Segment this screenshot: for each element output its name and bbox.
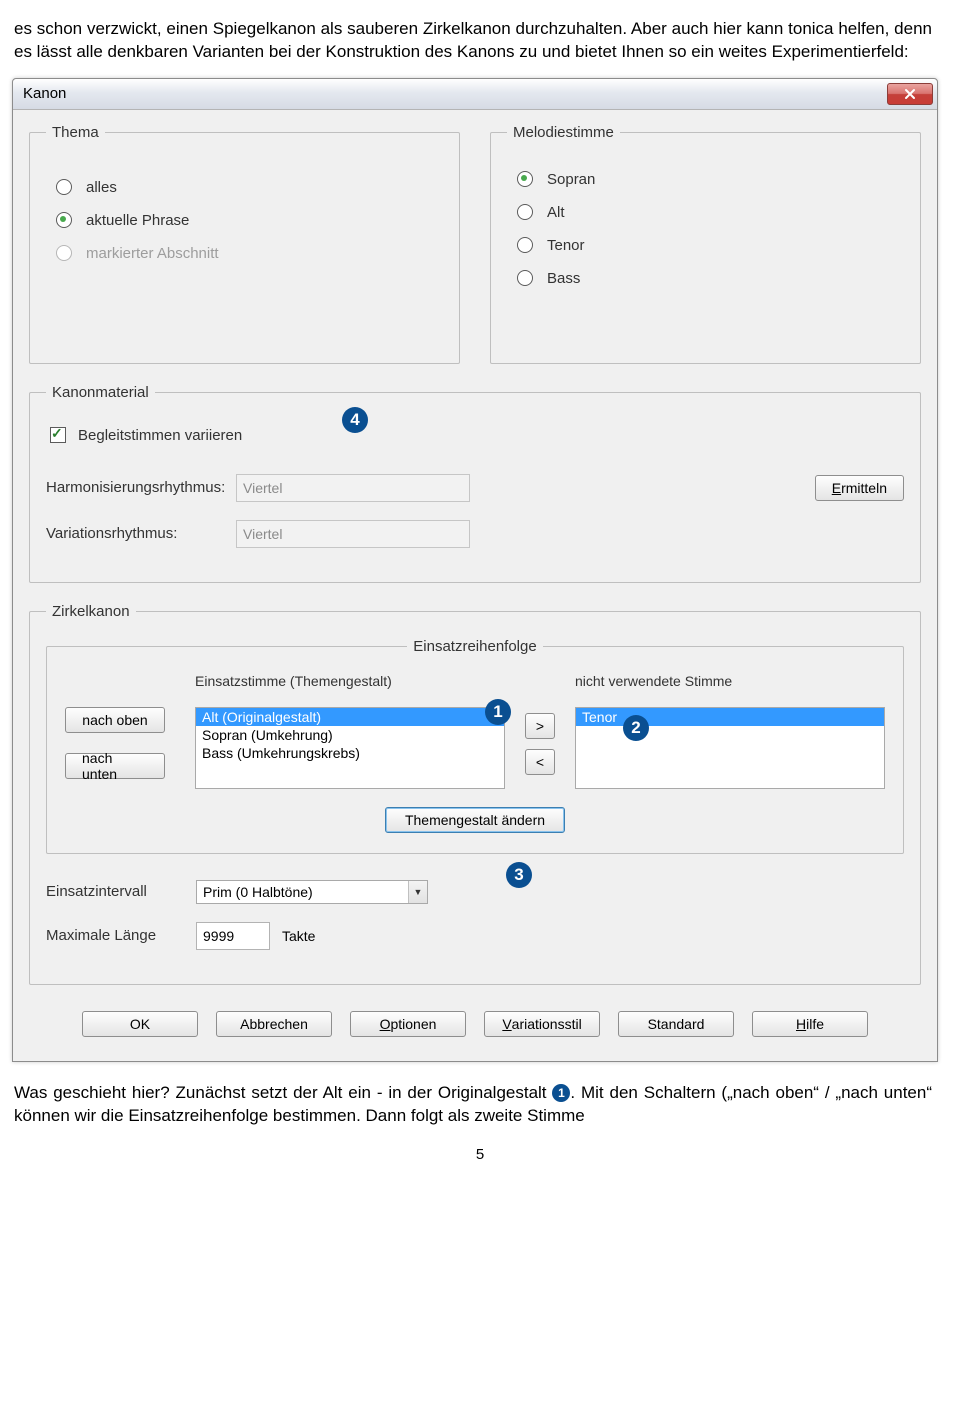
var-rhythmus-label: Variationsrhythmus: [46, 525, 236, 542]
outro-paragraph: Was geschieht hier? Zunächst setzt der A… [0, 1062, 960, 1136]
melodie-sopran-label: Sopran [547, 171, 595, 188]
checkbox-icon [50, 427, 66, 443]
einsatz-legend: Einsatzreihenfolge [407, 638, 542, 655]
chevron-down-icon[interactable]: ▼ [408, 881, 427, 903]
move-left-button[interactable]: < [525, 749, 555, 775]
melodiestimme-group: Melodiestimme Sopran Alt Tenor Bass [490, 124, 921, 364]
kanon-dialog: Kanon Thema alles aktuelle Phrase marki [12, 78, 938, 1062]
themengestalt-aendern-button[interactable]: Themengestalt ändern [385, 807, 565, 833]
melodie-alt[interactable]: Alt [517, 204, 904, 221]
thema-legend: Thema [46, 124, 105, 141]
radio-icon [517, 204, 533, 220]
radio-icon [517, 171, 533, 187]
radio-icon [56, 212, 72, 228]
combo-value: Prim (0 Halbtöne) [197, 881, 408, 903]
list-item[interactable]: Tenor [576, 708, 884, 726]
ok-button[interactable]: OK [82, 1011, 198, 1037]
maxlen-label: Maximale Länge [46, 927, 196, 944]
kanonmaterial-group: Kanonmaterial Begleitstimmen variieren 4… [29, 384, 921, 583]
col-nicht-verwendet: nicht verwendete Stimme [575, 673, 885, 689]
thema-markiert-label: markierter Abschnitt [86, 245, 219, 262]
nach-oben-button[interactable]: nach oben [65, 707, 165, 733]
maxlen-unit: Takte [282, 928, 315, 944]
marker-2: 2 [623, 715, 649, 741]
thema-aktuelle-phrase[interactable]: aktuelle Phrase [56, 212, 443, 229]
harm-rhythmus-label: Harmonisierungsrhythmus: [46, 479, 236, 496]
inline-marker-1: 1 [552, 1084, 570, 1102]
kanonmaterial-legend: Kanonmaterial [46, 384, 155, 401]
radio-icon [517, 270, 533, 286]
marker-4: 4 [342, 407, 368, 433]
nach-unten-button[interactable]: nach unten [65, 753, 165, 779]
radio-icon [517, 237, 533, 253]
begleit-label: Begleitstimmen variieren [78, 427, 242, 444]
optionen-button[interactable]: Optionen [350, 1011, 466, 1037]
einsatzstimme-listbox[interactable]: Alt (Originalgestalt) Sopran (Umkehrung)… [195, 707, 505, 789]
move-right-button[interactable]: > [525, 713, 555, 739]
var-rhythmus-input [236, 520, 470, 548]
hilfe-button[interactable]: Hilfe [752, 1011, 868, 1037]
radio-icon [56, 179, 72, 195]
zirkelkanon-group: Zirkelkanon Einsatzreihenfolge Einsatzst… [29, 603, 921, 985]
list-item[interactable]: Alt (Originalgestalt) [196, 708, 504, 726]
col-einsatzstimme: Einsatzstimme (Themengestalt) [195, 673, 505, 689]
close-icon[interactable] [887, 83, 933, 105]
thema-markiert: markierter Abschnitt [56, 245, 443, 262]
titlebar: Kanon [13, 79, 937, 110]
melodiestimme-legend: Melodiestimme [507, 124, 620, 141]
harm-rhythmus-input [236, 474, 470, 502]
list-item[interactable]: Sopran (Umkehrung) [196, 726, 504, 744]
page-number: 5 [0, 1146, 960, 1177]
abbrechen-button[interactable]: Abbrechen [216, 1011, 332, 1037]
melodie-alt-label: Alt [547, 204, 565, 221]
melodie-tenor[interactable]: Tenor [517, 237, 904, 254]
zirkel-legend: Zirkelkanon [46, 603, 136, 620]
melodie-bass[interactable]: Bass [517, 270, 904, 287]
einsatzintervall-label: Einsatzintervall [46, 883, 196, 900]
begleitstimmen-variieren[interactable]: Begleitstimmen variieren [50, 427, 904, 444]
thema-aktuelle-label: aktuelle Phrase [86, 212, 189, 229]
marker-3: 3 [506, 862, 532, 888]
einsatzintervall-combo[interactable]: Prim (0 Halbtöne) ▼ [196, 880, 428, 904]
ermitteln-button[interactable]: Ermitteln [815, 475, 904, 501]
melodie-tenor-label: Tenor [547, 237, 585, 254]
list-item[interactable]: Bass (Umkehrungskrebs) [196, 744, 504, 762]
radio-icon [56, 245, 72, 261]
marker-1: 1 [485, 699, 511, 725]
nicht-verwendet-listbox[interactable]: Tenor [575, 707, 885, 789]
melodie-bass-label: Bass [547, 270, 580, 287]
thema-alles[interactable]: alles [56, 179, 443, 196]
variationsstil-button[interactable]: Variationsstil [484, 1011, 600, 1037]
thema-alles-label: alles [86, 179, 117, 196]
dialog-title: Kanon [23, 85, 887, 102]
intro-paragraph: es schon verzwickt, einen Spiegelkanon a… [0, 0, 960, 72]
einsatzreihenfolge-group: Einsatzreihenfolge Einsatzstimme (Themen… [46, 638, 904, 854]
melodie-sopran[interactable]: Sopran [517, 171, 904, 188]
standard-button[interactable]: Standard [618, 1011, 734, 1037]
maxlen-input[interactable] [196, 922, 270, 950]
thema-group: Thema alles aktuelle Phrase markierter A… [29, 124, 460, 364]
